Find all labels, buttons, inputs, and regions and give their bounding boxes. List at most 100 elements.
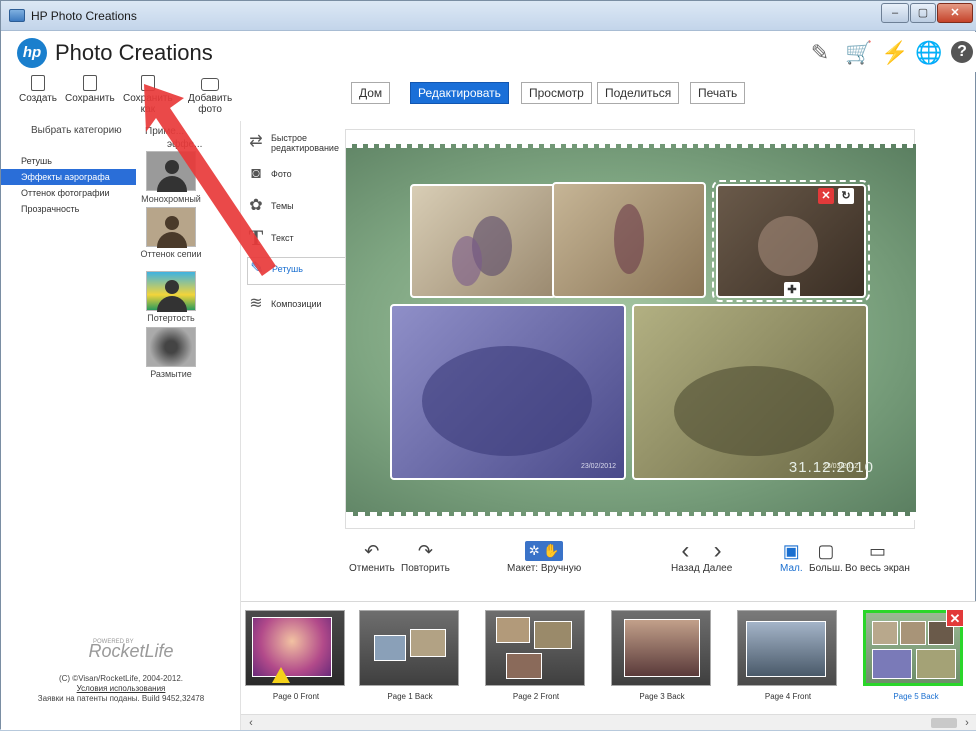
scrollbar-thumb[interactable] bbox=[931, 718, 957, 728]
tool-photo[interactable]: ◙ Фото bbox=[247, 163, 347, 187]
app-window: HP Photo Creations – ▢ ✕ hp Photo Creati… bbox=[0, 0, 976, 730]
effect-label: Монохромный bbox=[141, 194, 201, 204]
page-label: Page 0 Front bbox=[272, 692, 320, 701]
page-thumb-selected[interactable]: ✕ bbox=[863, 609, 964, 686]
text-icon: T bbox=[248, 225, 264, 250]
app-header: hp Photo Creations ✎ 🛒 ⚡ 🌐 ? bbox=[1, 32, 976, 72]
save-button[interactable]: Сохранить bbox=[65, 75, 115, 104]
tab-print[interactable]: Печать bbox=[690, 82, 746, 104]
undo-button[interactable]: ↶ Отменить bbox=[349, 541, 395, 574]
brand-title: Photo Creations bbox=[55, 40, 213, 65]
tool-themes[interactable]: ✿ Темы bbox=[247, 195, 347, 219]
category-heading: Выбрать категорию bbox=[31, 125, 122, 136]
category-item-retouch[interactable]: Ретушь bbox=[1, 153, 136, 169]
new-document-icon bbox=[31, 75, 45, 91]
floppy-icon bbox=[82, 75, 97, 91]
window-title: HP Photo Creations bbox=[31, 9, 137, 23]
app-icon bbox=[9, 9, 25, 22]
themes-icon: ✿ bbox=[249, 197, 263, 214]
effect-label: Размытие bbox=[150, 369, 192, 379]
tab-share[interactable]: Поделиться bbox=[597, 82, 680, 104]
canvas-controls: ↶ Отменить ↷ Повторить ✲ ✋ Макет: Вручну… bbox=[345, 537, 915, 581]
move-photo-handle[interactable]: ✚ bbox=[784, 282, 800, 296]
layers-icon: ≋ bbox=[249, 295, 263, 312]
page-label: Page 5 Back bbox=[893, 692, 939, 701]
back-button[interactable]: ‹ Назад bbox=[671, 539, 700, 575]
lightning-icon[interactable]: ⚡ bbox=[881, 40, 908, 66]
effect-label: Потертость bbox=[147, 313, 195, 323]
save-as-button[interactable]: Сохранить как bbox=[123, 75, 173, 115]
terms-link[interactable]: Условия использования bbox=[1, 684, 241, 693]
category-item-airbrush[interactable]: Эффекты аэрографа bbox=[1, 169, 136, 185]
page-label: Page 1 Back bbox=[387, 692, 433, 701]
layout-mode-button[interactable]: ✲ ✋ Макет: Вручную bbox=[507, 541, 581, 574]
effect-thumb-worn[interactable] bbox=[146, 271, 196, 312]
floppy-icon bbox=[140, 75, 155, 91]
close-button[interactable]: ✕ bbox=[937, 3, 973, 23]
effect-thumb-sepia[interactable] bbox=[146, 207, 196, 248]
chevron-right-icon: › bbox=[713, 537, 722, 564]
effect-thumb-blur[interactable] bbox=[146, 327, 196, 367]
collage-photo-selected[interactable]: ✕ ↻ ✚ bbox=[712, 180, 870, 302]
small-view-button[interactable]: ▣ Мал. bbox=[780, 541, 803, 574]
small-view-icon: ▣ bbox=[782, 541, 800, 561]
camera-icon bbox=[201, 78, 220, 91]
page-label: Page 2 Front bbox=[512, 692, 560, 701]
redo-button[interactable]: ↷ Повторить bbox=[401, 541, 450, 574]
tab-home[interactable]: Дом bbox=[351, 82, 391, 104]
globe-icon[interactable]: 🌐 bbox=[915, 40, 942, 66]
warning-icon bbox=[272, 667, 290, 683]
patent-text: Заявки на патенты поданы. Build 9452,324… bbox=[37, 694, 205, 703]
cart-icon[interactable]: 🛒 bbox=[845, 40, 872, 66]
shuffle-icon: ⇄ bbox=[249, 133, 263, 150]
page-background: ✕ ↻ ✚ 23/02/2012 23/03/2012 31.12.2010 bbox=[346, 140, 916, 520]
page-thumb[interactable] bbox=[737, 610, 837, 686]
layout-mode-icon: ✲ ✋ bbox=[525, 541, 564, 561]
fullscreen-button[interactable]: ▭ Во весь экран bbox=[845, 541, 910, 574]
page-thumb[interactable] bbox=[245, 610, 345, 686]
large-view-button[interactable]: ▢ Больш. bbox=[809, 541, 843, 574]
page-canvas[interactable]: ✕ ↻ ✚ 23/02/2012 23/03/2012 31.12.2010 bbox=[345, 129, 916, 529]
title-bar: HP Photo Creations – ▢ ✕ bbox=[1, 1, 976, 31]
minimize-button[interactable]: – bbox=[881, 3, 909, 23]
effect-thumb-monochrome[interactable] bbox=[146, 151, 196, 192]
tool-retouch[interactable]: ✎ Ретушь bbox=[247, 257, 347, 285]
page-thumb[interactable] bbox=[359, 610, 459, 686]
add-photo-button[interactable]: Добавить фото bbox=[188, 75, 232, 115]
effect-label: Оттенок сепии bbox=[140, 249, 202, 259]
brush-icon: ✎ bbox=[250, 260, 264, 277]
tool-quick-edit[interactable]: ⇄ Быстрое редактирование bbox=[247, 131, 347, 157]
collage-photo[interactable]: 23/03/2012 bbox=[632, 304, 868, 480]
remove-page-button[interactable]: ✕ bbox=[946, 609, 964, 627]
page-thumb[interactable] bbox=[611, 610, 711, 686]
tab-edit[interactable]: Редактировать bbox=[410, 82, 509, 104]
page-label: Page 4 Front bbox=[764, 692, 812, 701]
tool-text[interactable]: T Текст bbox=[247, 227, 347, 251]
collage-photo[interactable]: 23/02/2012 bbox=[390, 304, 626, 480]
effects-heading: Приме... эффе... bbox=[145, 126, 203, 150]
next-button[interactable]: › Далее bbox=[703, 537, 732, 575]
tool-layouts[interactable]: ≋ Композиции bbox=[247, 293, 347, 317]
date-stamp: 31.12.2010 bbox=[788, 459, 874, 476]
copyright-text: (C) ©Visan/RocketLife, 2004-2012. bbox=[58, 674, 184, 683]
undo-icon: ↶ bbox=[364, 541, 380, 561]
hp-logo: hp bbox=[17, 38, 47, 68]
rocketlife-logo: RocketLife bbox=[88, 641, 174, 661]
camera-icon: ◙ bbox=[251, 165, 261, 182]
remove-photo-button[interactable]: ✕ bbox=[818, 188, 834, 204]
tab-preview[interactable]: Просмотр bbox=[521, 82, 592, 104]
redo-icon: ↷ bbox=[417, 541, 433, 561]
filmstrip-scrollbar[interactable]: ‹ › bbox=[241, 714, 976, 730]
collage-photo[interactable] bbox=[410, 184, 556, 298]
large-view-icon: ▢ bbox=[817, 541, 835, 561]
effects-panel: Выбрать категорию Приме... эффе... Ретуш… bbox=[1, 121, 241, 730]
maximize-button[interactable]: ▢ bbox=[910, 3, 936, 23]
create-button[interactable]: Создать bbox=[19, 75, 57, 104]
help-icon[interactable]: ? bbox=[951, 41, 973, 63]
page-thumb[interactable] bbox=[485, 610, 585, 686]
category-item-photo-tint[interactable]: Оттенок фотографии bbox=[1, 185, 136, 201]
collage-photo[interactable] bbox=[552, 182, 706, 298]
rotate-photo-button[interactable]: ↻ bbox=[838, 188, 854, 204]
tag-icon[interactable]: ✎ bbox=[807, 40, 833, 66]
category-item-transparency[interactable]: Прозрачность bbox=[1, 201, 136, 217]
